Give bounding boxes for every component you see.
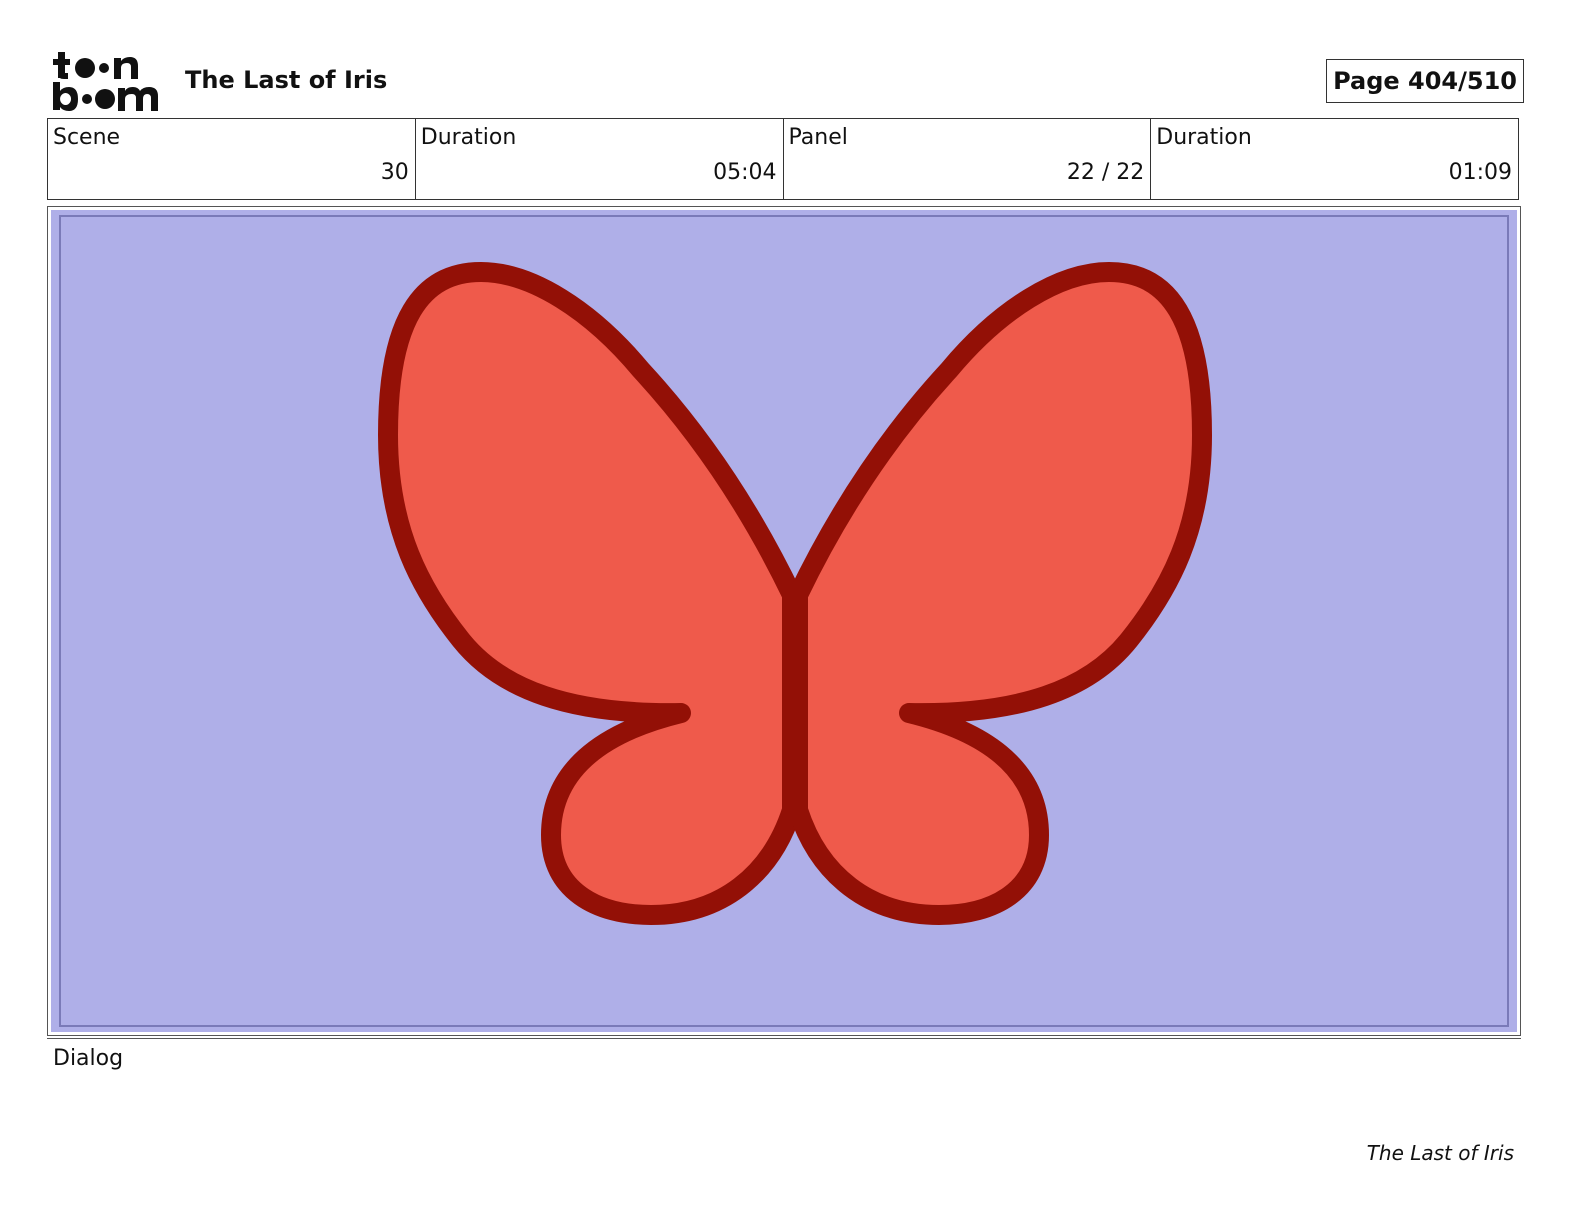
panel-cell: Panel 22 / 22	[784, 119, 1152, 199]
scene-label: Scene	[53, 125, 121, 150]
safe-area-frame	[59, 215, 1509, 1027]
project-title: The Last of Iris	[185, 66, 388, 94]
page-indicator: Page 404/510	[1326, 59, 1524, 103]
scene-cell: Scene 30	[48, 119, 416, 199]
toon-boom-logo	[53, 52, 158, 111]
panel-value: 22 / 22	[1066, 160, 1145, 185]
scene-info-table: Scene 30 Duration 05:04 Panel 22 / 22 Du…	[47, 118, 1519, 200]
panel-frame	[47, 206, 1521, 1036]
panel-duration-value: 01:09	[1448, 160, 1512, 185]
footer-project-title: The Last of Iris	[1366, 1141, 1514, 1165]
scene-duration-label: Duration	[420, 125, 517, 150]
panel-image	[51, 210, 1517, 1032]
dialog-divider	[47, 1038, 1521, 1039]
panel-label: Panel	[788, 125, 848, 150]
scene-duration-value: 05:04	[713, 160, 777, 185]
scene-duration-cell: Duration 05:04	[416, 119, 784, 199]
scene-value: 30	[380, 160, 409, 185]
dialog-label: Dialog	[53, 1046, 124, 1071]
panel-duration-label: Duration	[1156, 125, 1252, 150]
panel-duration-cell: Duration 01:09	[1151, 119, 1518, 199]
